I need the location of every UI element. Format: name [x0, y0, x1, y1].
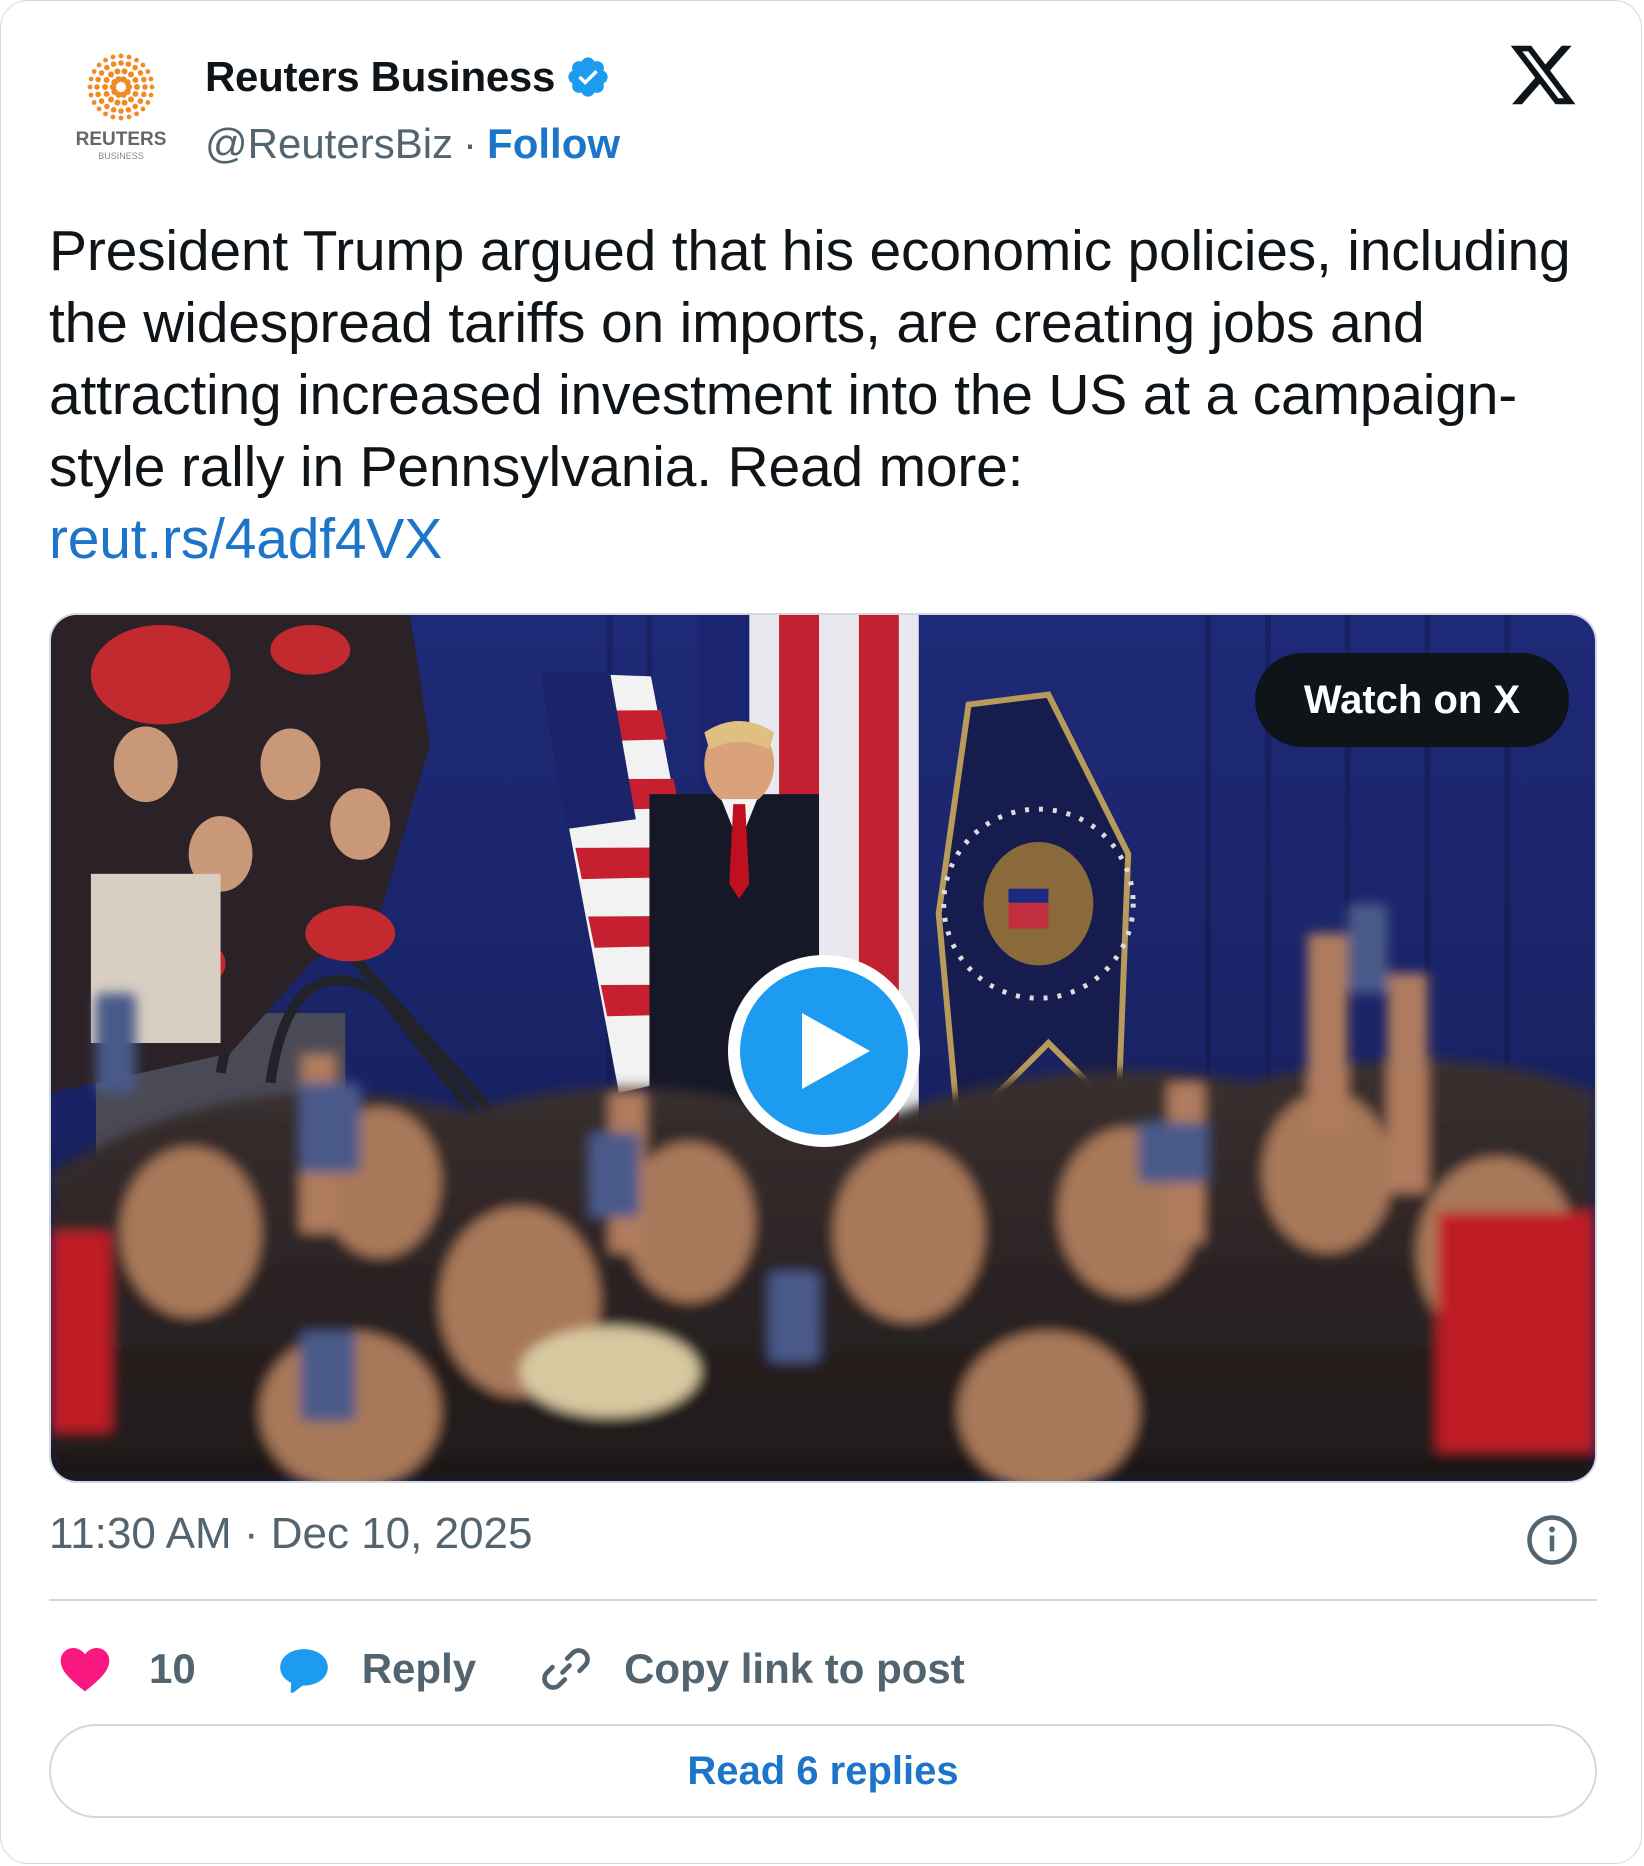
svg-text:BUSINESS: BUSINESS: [98, 151, 144, 161]
author-block: Reuters Business @ReutersBiz · Follow: [205, 49, 620, 179]
info-icon[interactable]: [1525, 1513, 1579, 1567]
divider: [49, 1599, 1597, 1601]
post-text: President Trump argued that his economic…: [49, 215, 1609, 575]
reuters-logo: REUTERS BUSINESS: [76, 53, 167, 161]
like-button[interactable]: 10: [57, 1641, 196, 1697]
author-name[interactable]: Reuters Business: [205, 53, 555, 101]
post-link[interactable]: reut.rs/4adf4VX: [49, 503, 1609, 575]
like-count: 10: [149, 1645, 196, 1692]
video-player[interactable]: Watch on X: [49, 613, 1597, 1483]
reply-label: Reply: [361, 1645, 477, 1692]
reply-bubble-icon: [279, 1649, 328, 1693]
svg-text:REUTERS: REUTERS: [76, 129, 167, 150]
copy-link-label: Copy link to post: [624, 1645, 965, 1692]
heart-icon: [60, 1648, 110, 1692]
x-logo-icon[interactable]: [1507, 39, 1579, 111]
reply-button[interactable]: Reply: [276, 1641, 476, 1697]
author-handle[interactable]: @ReutersBiz: [205, 120, 453, 168]
action-bar: 10 Reply Copy link to post: [57, 1629, 965, 1709]
verified-badge-icon: [568, 57, 608, 97]
post-timestamp[interactable]: 11:30 AM · Dec 10, 2025: [49, 1509, 532, 1559]
read-replies-button[interactable]: Read 6 replies: [49, 1724, 1597, 1818]
author-avatar[interactable]: REUTERS BUSINESS: [61, 49, 181, 169]
post-card: REUTERS BUSINESS Reuters Business @Reute…: [0, 0, 1642, 1864]
watch-on-x-button[interactable]: Watch on X: [1255, 653, 1569, 747]
copy-link-button[interactable]: Copy link to post: [538, 1641, 965, 1697]
separator: ·: [463, 120, 478, 167]
link-icon: [542, 1648, 590, 1690]
play-icon[interactable]: [724, 951, 924, 1151]
follow-button[interactable]: Follow: [487, 120, 620, 168]
post-body: President Trump argued that his economic…: [49, 219, 1571, 499]
